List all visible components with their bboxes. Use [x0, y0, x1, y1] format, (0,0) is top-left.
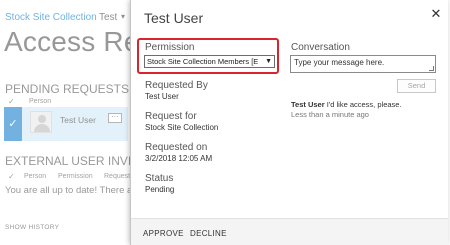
approve-button[interactable]: APPROVE [143, 229, 184, 238]
permission-label: Permission [145, 42, 195, 53]
close-icon[interactable]: ✕ [429, 6, 443, 22]
access-request-dialog: Test User ✕ Permission Stock Site Collec… [130, 0, 448, 245]
requested-on-label: Requested on [145, 142, 208, 153]
decline-button[interactable]: DECLINE [190, 229, 227, 238]
message-text: I'd like access, please. [326, 100, 402, 109]
send-button[interactable]: Send [397, 79, 436, 93]
requested-by-label: Requested By [145, 80, 208, 91]
resize-grip-icon[interactable] [429, 66, 434, 71]
conversation-message: Test User I'd like access, please. [291, 100, 402, 109]
dialog-title: Test User [144, 10, 204, 26]
dialog-footer: APPROVE DECLINE [131, 218, 448, 245]
conversation-placeholder: Type your message here. [294, 58, 385, 67]
request-for-value: Stock Site Collection [145, 123, 219, 132]
permission-selected-value: Stock Site Collection Members [E [147, 57, 259, 66]
permission-dropdown[interactable]: Stock Site Collection Members [E ▼ [144, 55, 275, 68]
requested-by-value: Test User [145, 92, 179, 101]
conversation-label: Conversation [291, 42, 350, 53]
request-for-label: Request for [145, 111, 197, 122]
status-label: Status [145, 173, 174, 184]
message-timestamp: Less than a minute ago [291, 110, 369, 119]
status-value: Pending [145, 185, 175, 194]
message-author: Test User [291, 100, 325, 109]
requested-on-value: 3/2/2018 12:05 AM [145, 154, 213, 163]
dropdown-arrow-icon: ▼ [265, 58, 272, 65]
conversation-message-input[interactable]: Type your message here. [290, 55, 436, 73]
